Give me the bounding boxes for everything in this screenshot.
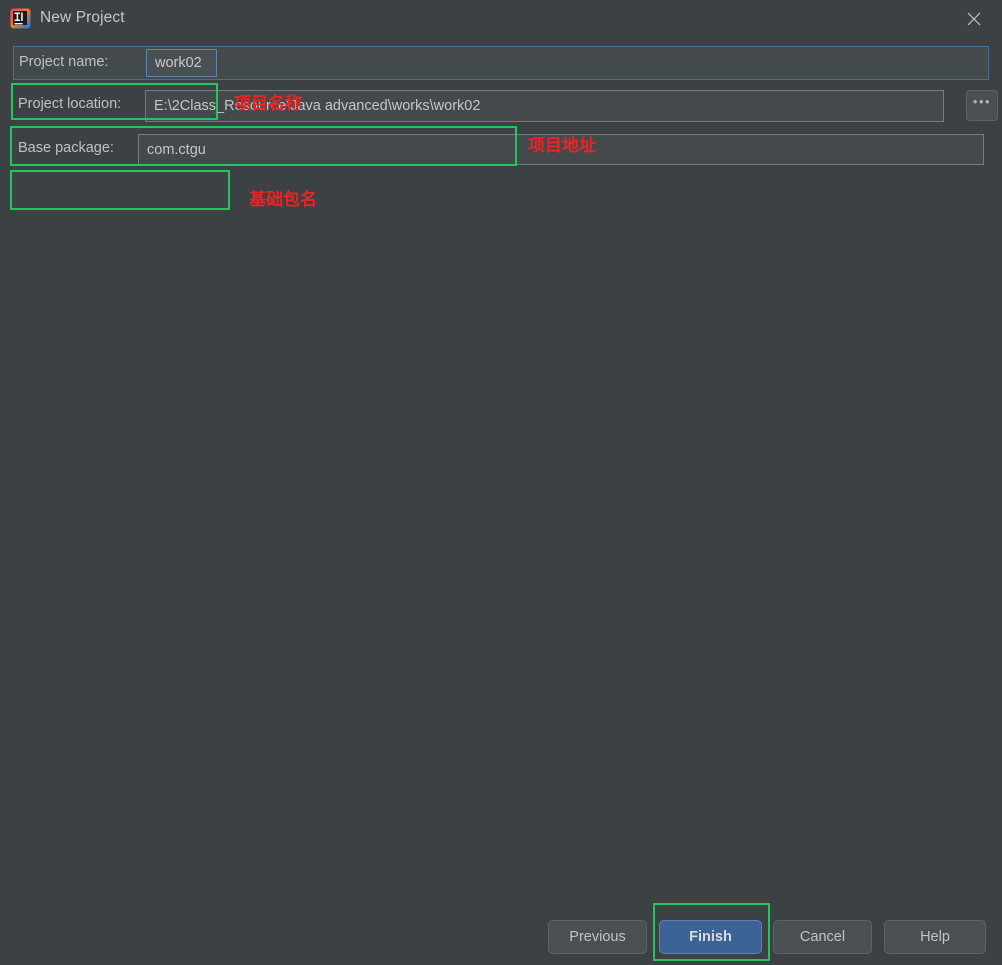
project-name-input[interactable] <box>146 49 217 77</box>
finish-button[interactable]: Finish <box>659 920 762 954</box>
cancel-button[interactable]: Cancel <box>773 920 872 954</box>
base-package-row: Base package: <box>13 134 989 166</box>
base-package-input[interactable] <box>138 134 984 165</box>
project-location-row: Project location: ••• <box>13 90 998 122</box>
project-location-label: Project location: <box>18 96 122 112</box>
intellij-idea-logo-icon <box>10 8 31 29</box>
browse-folder-button[interactable]: ••• <box>966 90 998 121</box>
window-titlebar: New Project <box>0 0 1002 38</box>
base-package-label: Base package: <box>18 140 114 156</box>
new-project-form: Project name: Project location: ••• Base… <box>0 38 1002 918</box>
close-icon[interactable] <box>946 0 1002 38</box>
help-button[interactable]: Help <box>884 920 986 954</box>
previous-button[interactable]: Previous <box>548 920 647 954</box>
annotation-box-base-package <box>10 170 230 210</box>
project-name-label: Project name: <box>19 54 109 70</box>
window-title: New Project <box>40 9 125 26</box>
annotation-text-base-package: 基础包名 <box>249 190 317 210</box>
project-name-row: Project name: <box>13 46 989 80</box>
project-location-input[interactable] <box>145 90 944 122</box>
